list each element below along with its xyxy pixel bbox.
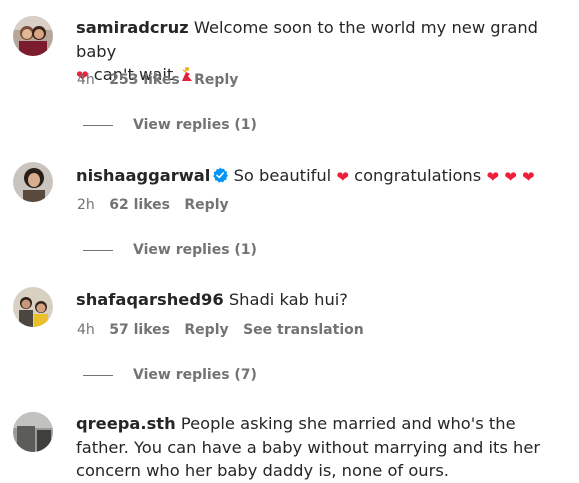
avatar[interactable] [13, 287, 53, 327]
comment-meta: 2h 62 likes Reply [77, 197, 239, 213]
divider-line [83, 374, 113, 376]
comment-username[interactable]: shafaqarshed96 [76, 290, 224, 309]
comment-meta: 4h 253 likes Reply [77, 72, 248, 88]
see-translation-button[interactable]: See translation [243, 322, 364, 338]
comment-text: shafaqarshed96 Shadi kab hui? [76, 288, 571, 312]
reply-button[interactable]: Reply [184, 197, 228, 213]
view-replies-button[interactable]: View replies (1) [83, 117, 257, 133]
red-heart-icon: ❤ [336, 168, 349, 186]
verified-badge-icon [212, 166, 229, 183]
reply-button[interactable]: Reply [194, 72, 238, 88]
likes-count[interactable]: 253 likes [109, 72, 179, 88]
view-replies-label: View replies (1) [133, 117, 257, 133]
comment-body: So beautiful [233, 166, 332, 185]
view-replies-label: View replies (7) [133, 367, 257, 383]
comment-text: qreepa.sth People asking she married and… [76, 412, 566, 483]
comment-text: nishaaggarwal So beautiful ❤ congratulat… [76, 164, 571, 189]
divider-line [83, 249, 113, 251]
view-replies-button[interactable]: View replies (1) [83, 242, 257, 258]
likes-count[interactable]: 62 likes [109, 197, 170, 213]
comment-body: Shadi kab hui? [228, 290, 348, 309]
comment-time: 4h [77, 72, 95, 88]
red-heart-icon: ❤ [504, 168, 517, 186]
comment-username[interactable]: nishaaggarwal [76, 166, 210, 185]
comment-body-continued: congratulations [354, 166, 482, 185]
likes-count[interactable]: 57 likes [109, 322, 170, 338]
red-heart-icon: ❤ [521, 168, 535, 186]
divider-line [83, 124, 113, 126]
avatar[interactable] [13, 16, 53, 56]
view-replies-button[interactable]: View replies (7) [83, 367, 257, 383]
comment-time: 4h [77, 322, 95, 338]
comment-time: 2h [77, 197, 95, 213]
avatar[interactable] [13, 412, 53, 452]
red-heart-icon: ❤ [486, 168, 500, 186]
reply-button[interactable]: Reply [184, 322, 228, 338]
avatar[interactable] [13, 162, 53, 202]
comment-username[interactable]: qreepa.sth [76, 414, 176, 433]
view-replies-label: View replies (1) [133, 242, 257, 258]
comment-username[interactable]: samiradcruz [76, 18, 189, 37]
comment-meta: 4h 57 likes Reply See translation [77, 322, 374, 338]
